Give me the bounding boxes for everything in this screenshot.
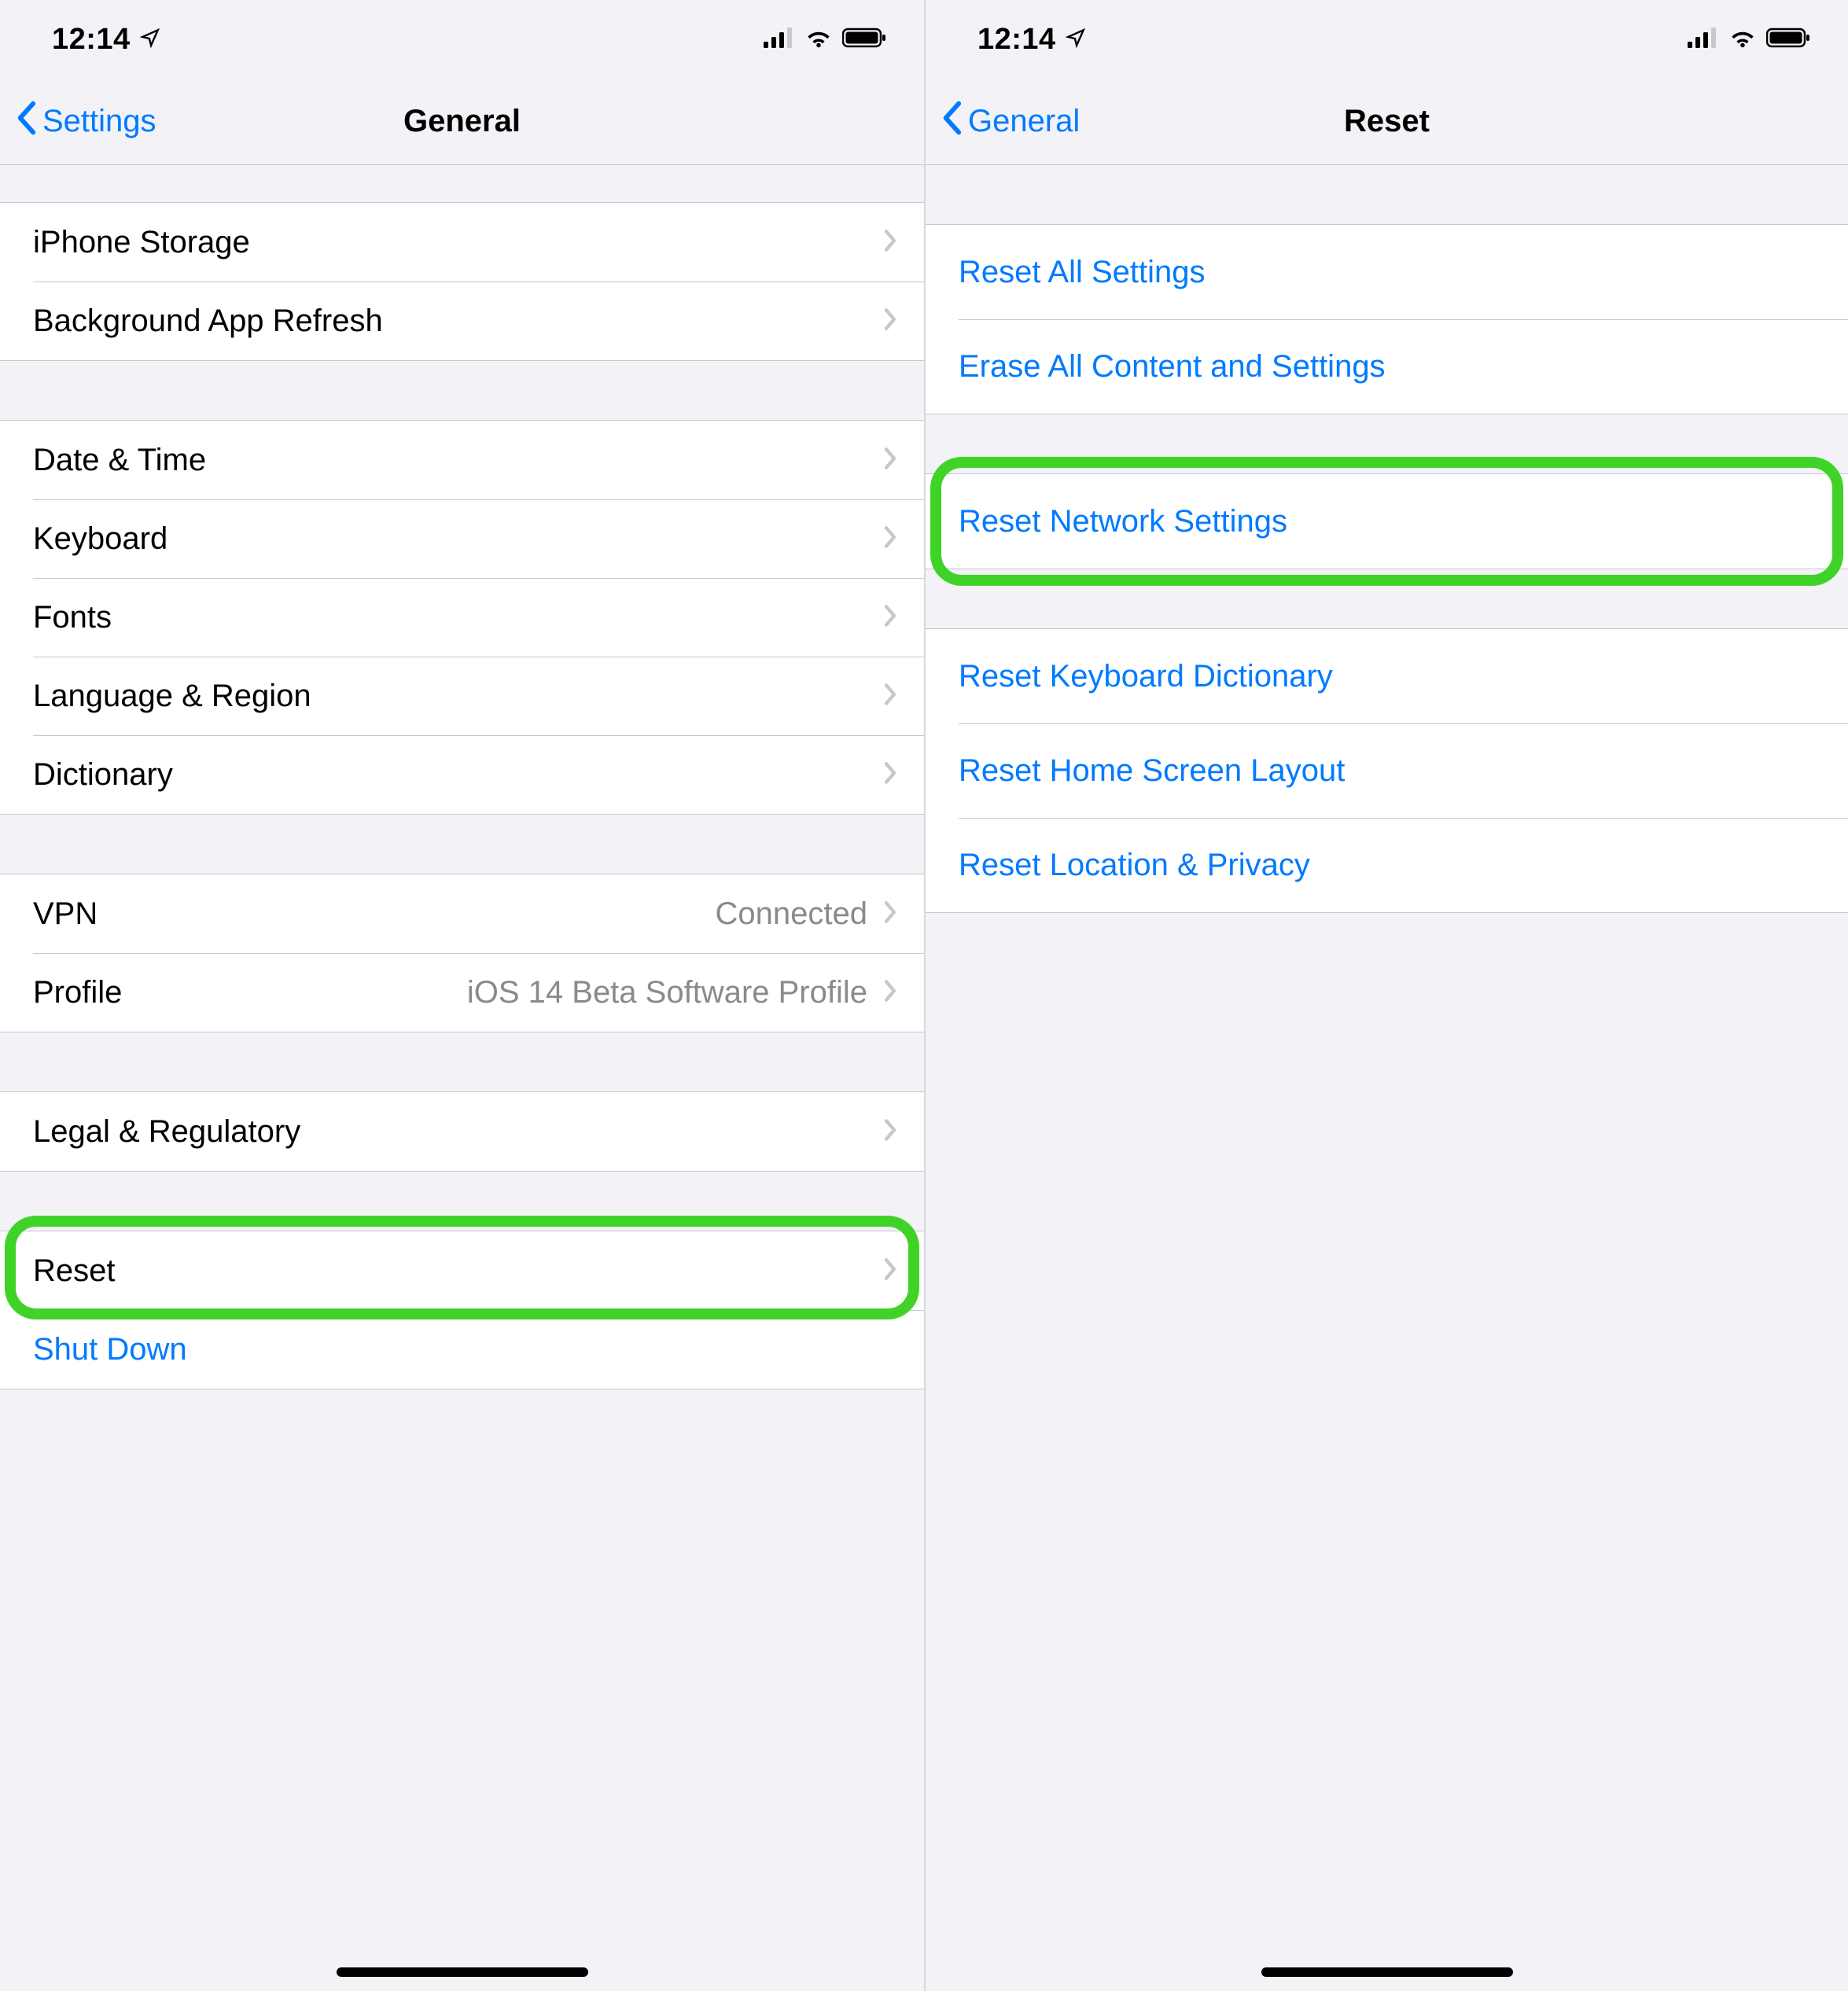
group-storage: iPhone Storage Background App Refresh: [0, 203, 924, 361]
row-keyboard[interactable]: Keyboard: [0, 499, 924, 578]
location-icon: [140, 28, 160, 52]
reset-screen: 12:14 General Reset: [924, 0, 1848, 1991]
group-legal: Legal & Regulatory: [0, 1092, 924, 1172]
chevron-right-icon: [883, 447, 897, 474]
row-label: Profile: [33, 975, 467, 1010]
row-profile[interactable]: Profile iOS 14 Beta Software Profile: [0, 953, 924, 1032]
row-background-app-refresh[interactable]: Background App Refresh: [0, 282, 924, 360]
back-button[interactable]: Settings: [0, 101, 156, 143]
chevron-right-icon: [883, 525, 897, 553]
row-label: iPhone Storage: [33, 225, 883, 260]
group-reset-other: Reset Keyboard Dictionary Reset Home Scr…: [926, 629, 1848, 913]
row-fonts[interactable]: Fonts: [0, 578, 924, 657]
cellular-signal-icon: [764, 28, 795, 52]
chevron-right-icon: [883, 761, 897, 789]
row-label: Reset Home Screen Layout: [959, 753, 1821, 789]
location-icon: [1066, 28, 1086, 52]
status-bar: 12:14: [0, 0, 924, 79]
row-label: Reset All Settings: [959, 255, 1821, 290]
group-reset: Reset Shut Down: [0, 1231, 924, 1389]
chevron-right-icon: [883, 1118, 897, 1146]
row-label: Shut Down: [33, 1332, 897, 1367]
row-reset-home-screen-layout[interactable]: Reset Home Screen Layout: [926, 723, 1848, 818]
row-reset-all-settings[interactable]: Reset All Settings: [926, 225, 1848, 319]
back-label: Settings: [42, 104, 156, 139]
chevron-right-icon: [883, 900, 897, 928]
status-time: 12:14: [977, 23, 1056, 57]
row-reset-keyboard-dictionary[interactable]: Reset Keyboard Dictionary: [926, 629, 1848, 723]
row-legal-regulatory[interactable]: Legal & Regulatory: [0, 1092, 924, 1171]
group-localization: Date & Time Keyboard Fonts Language & Re…: [0, 421, 924, 815]
row-dictionary[interactable]: Dictionary: [0, 735, 924, 814]
row-language-region[interactable]: Language & Region: [0, 657, 924, 735]
chevron-left-icon: [940, 101, 963, 143]
status-bar: 12:14: [926, 0, 1848, 79]
row-label: Background App Refresh: [33, 304, 883, 339]
row-detail: Connected: [716, 896, 867, 932]
content: Reset All Settings Erase All Content and…: [926, 165, 1848, 1991]
home-indicator: [1261, 1967, 1513, 1977]
row-label: Date & Time: [33, 443, 883, 478]
battery-icon: [1766, 28, 1812, 52]
row-label: Keyboard: [33, 521, 883, 557]
nav-bar: General Reset: [926, 79, 1848, 165]
row-label: Reset: [33, 1253, 883, 1289]
row-reset[interactable]: Reset: [0, 1231, 924, 1310]
row-label: Reset Location & Privacy: [959, 848, 1821, 883]
wifi-icon: [804, 28, 833, 52]
row-vpn[interactable]: VPN Connected: [0, 874, 924, 953]
back-button[interactable]: General: [926, 101, 1080, 143]
wifi-icon: [1728, 28, 1757, 52]
row-date-time[interactable]: Date & Time: [0, 421, 924, 499]
chevron-left-icon: [14, 101, 38, 143]
chevron-right-icon: [883, 307, 897, 335]
chevron-right-icon: [883, 604, 897, 631]
row-shut-down[interactable]: Shut Down: [0, 1310, 924, 1389]
row-label: Reset Network Settings: [959, 504, 1821, 539]
row-label: Legal & Regulatory: [33, 1114, 883, 1150]
row-label: Dictionary: [33, 757, 883, 793]
row-label: Fonts: [33, 600, 883, 635]
general-settings-screen: 12:14 Settings General: [0, 0, 924, 1991]
cellular-signal-icon: [1688, 28, 1719, 52]
group-reset-all: Reset All Settings Erase All Content and…: [926, 225, 1848, 414]
content: iPhone Storage Background App Refresh Da…: [0, 165, 924, 1991]
back-label: General: [968, 104, 1080, 139]
row-reset-location-privacy[interactable]: Reset Location & Privacy: [926, 818, 1848, 912]
battery-icon: [842, 28, 888, 52]
row-iphone-storage[interactable]: iPhone Storage: [0, 203, 924, 282]
chevron-right-icon: [883, 1257, 897, 1285]
chevron-right-icon: [883, 683, 897, 710]
row-erase-all[interactable]: Erase All Content and Settings: [926, 319, 1848, 414]
row-label: Language & Region: [33, 679, 883, 714]
group-reset-network: Reset Network Settings: [926, 474, 1848, 569]
status-time: 12:14: [52, 23, 131, 57]
chevron-right-icon: [883, 979, 897, 1007]
home-indicator: [337, 1967, 588, 1977]
nav-bar: Settings General: [0, 79, 924, 165]
row-detail: iOS 14 Beta Software Profile: [467, 975, 867, 1010]
row-label: Reset Keyboard Dictionary: [959, 659, 1821, 694]
chevron-right-icon: [883, 229, 897, 256]
row-reset-network-settings[interactable]: Reset Network Settings: [926, 474, 1848, 569]
row-label: VPN: [33, 896, 716, 932]
row-label: Erase All Content and Settings: [959, 349, 1821, 385]
group-network: VPN Connected Profile iOS 14 Beta Softwa…: [0, 874, 924, 1032]
